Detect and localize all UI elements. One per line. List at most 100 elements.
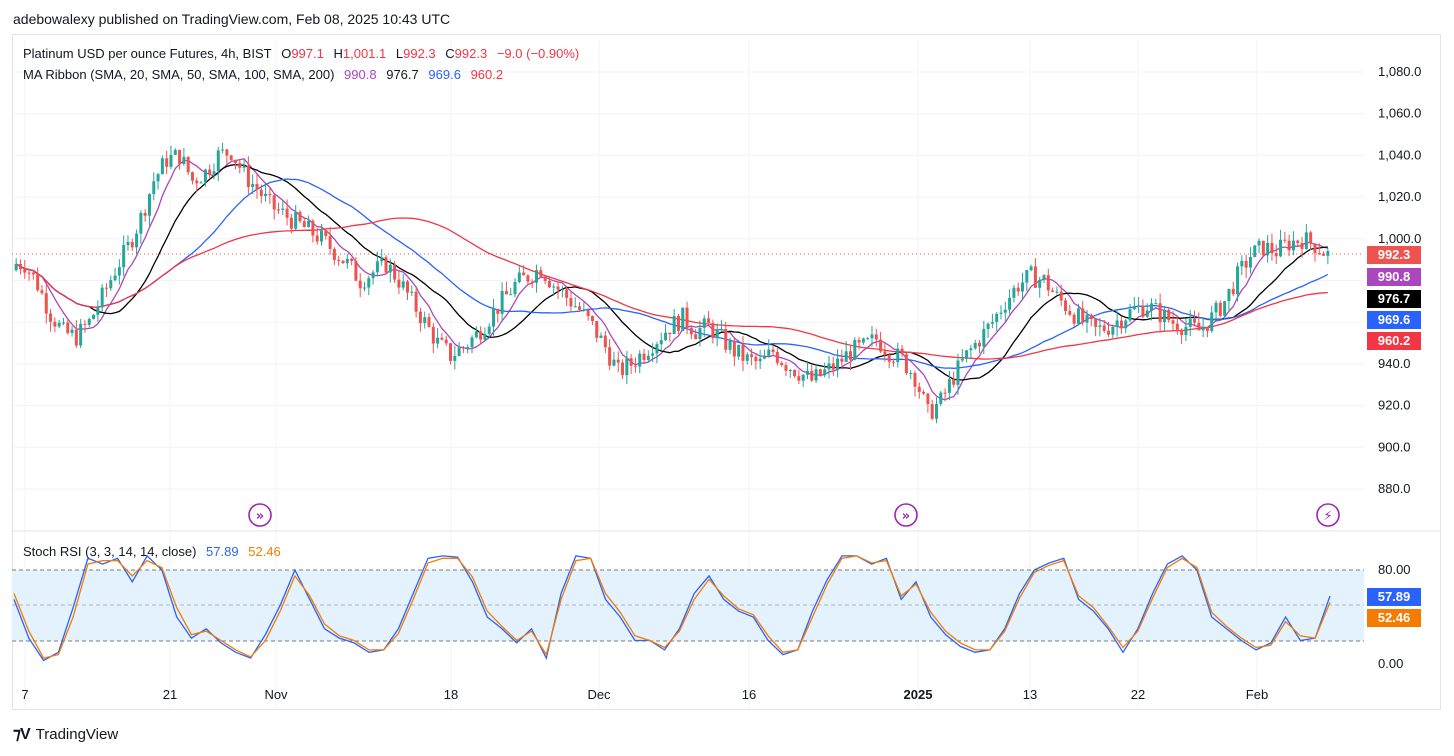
- rsi-legend[interactable]: Stoch RSI (3, 3, 14, 14, close) 57.89 52…: [23, 544, 287, 559]
- candle-body: [1111, 326, 1115, 335]
- candle-body: [672, 315, 676, 335]
- candle-body: [883, 351, 887, 355]
- rsi-k-badge: 57.89: [1367, 588, 1421, 606]
- candle-body: [612, 359, 616, 366]
- candle-body: [1094, 319, 1098, 327]
- candle-body: [358, 280, 362, 289]
- candle-body: [840, 358, 844, 362]
- candle-body: [1214, 302, 1218, 313]
- candle-body: [956, 360, 960, 385]
- candle-body: [1085, 314, 1089, 323]
- candle-body: [818, 369, 822, 376]
- candle-body: [633, 365, 637, 367]
- price-tick-label: 1,060.0: [1378, 106, 1421, 121]
- candle-body: [599, 335, 603, 338]
- candle-body: [547, 280, 551, 288]
- candle-body: [982, 328, 986, 347]
- candle-body: [285, 208, 289, 218]
- candle-body: [664, 332, 668, 341]
- change-value: −9.0 (−0.90%): [496, 46, 580, 61]
- candle-body: [1309, 232, 1313, 244]
- candle-body: [668, 332, 672, 335]
- candle-body: [926, 393, 930, 405]
- candle-body: [397, 279, 401, 288]
- candle-body: [1021, 282, 1025, 292]
- candle-body: [969, 348, 973, 351]
- candle-body: [788, 370, 792, 372]
- candle-body: [444, 339, 448, 344]
- candle-body: [61, 322, 65, 324]
- candle-body: [182, 156, 186, 165]
- candle-body: [861, 338, 865, 343]
- candle-body: [775, 352, 779, 363]
- candle-body: [922, 391, 926, 394]
- main-legend[interactable]: Platinum USD per ounce Futures, 4h, BIST…: [23, 46, 585, 61]
- footer[interactable]: ⁊V TradingView: [13, 724, 118, 744]
- candle-body: [1205, 327, 1209, 332]
- candle-body: [784, 365, 788, 371]
- candle-body: [96, 307, 100, 315]
- candle-body: [186, 156, 190, 173]
- candle-body: [350, 258, 354, 262]
- candle-body: [165, 158, 169, 167]
- close-label: C: [445, 46, 455, 61]
- candle-body: [582, 309, 586, 311]
- candle-body: [681, 307, 685, 331]
- arrows-right-icon[interactable]: »: [248, 503, 272, 527]
- svg-text:»: »: [902, 509, 910, 524]
- candle-body: [857, 339, 861, 343]
- candle-body: [629, 358, 633, 366]
- candle-body: [1029, 266, 1033, 271]
- candle-body: [676, 315, 680, 331]
- candle-body: [904, 354, 908, 374]
- candle-body: [500, 291, 504, 314]
- candle-body: [1102, 325, 1106, 331]
- candle-body: [1248, 256, 1252, 268]
- ma50-value: 976.7: [386, 67, 419, 82]
- candle-body: [1218, 302, 1222, 316]
- candle-body: [178, 149, 182, 165]
- chart-canvas[interactable]: 1,080.01,060.01,040.01,020.01,000.0980.0…: [0, 0, 1454, 756]
- candle-body: [1197, 322, 1201, 331]
- candle-body: [1025, 270, 1029, 283]
- candle-body: [934, 403, 938, 419]
- lightning-icon[interactable]: ⚡: [1316, 503, 1340, 527]
- candle-body: [1279, 239, 1283, 257]
- candle-body: [573, 306, 577, 308]
- candle-body: [965, 350, 969, 359]
- candle-body: [707, 318, 711, 323]
- candle-body: [1072, 314, 1076, 324]
- candle-body: [100, 287, 104, 308]
- candle-body: [57, 322, 61, 327]
- candle-body: [203, 169, 207, 183]
- ma-legend[interactable]: MA Ribbon (SMA, 20, SMA, 50, SMA, 100, S…: [23, 67, 509, 82]
- candle-body: [1150, 303, 1154, 311]
- candle-body: [294, 211, 298, 229]
- arrows-right-icon[interactable]: »: [894, 503, 918, 527]
- svg-text:⚡: ⚡: [1323, 509, 1332, 524]
- candle-body: [1296, 240, 1300, 244]
- candle-body: [66, 322, 70, 334]
- time-tick-label: 21: [163, 687, 177, 702]
- candle-body: [1317, 253, 1321, 255]
- candle-body: [1240, 260, 1244, 267]
- candle-body: [870, 334, 874, 339]
- candle-body: [896, 348, 900, 363]
- candle-body: [732, 341, 736, 357]
- candle-body: [44, 293, 48, 314]
- candle-body: [539, 270, 543, 277]
- candle-body: [259, 189, 263, 197]
- candle-body: [509, 294, 513, 296]
- candle-body: [160, 158, 164, 175]
- candle-body: [147, 194, 151, 216]
- candle-body: [1171, 320, 1175, 324]
- candle-body: [208, 169, 212, 175]
- candle-body: [999, 312, 1003, 314]
- price-tick-label: 940.0: [1378, 356, 1411, 371]
- tradingview-logo-icon: ⁊V: [13, 726, 31, 743]
- candle-body: [780, 362, 784, 366]
- candle-body: [814, 369, 818, 381]
- candle-body: [874, 334, 878, 340]
- candle-body: [1119, 320, 1123, 329]
- candle-body: [750, 354, 754, 357]
